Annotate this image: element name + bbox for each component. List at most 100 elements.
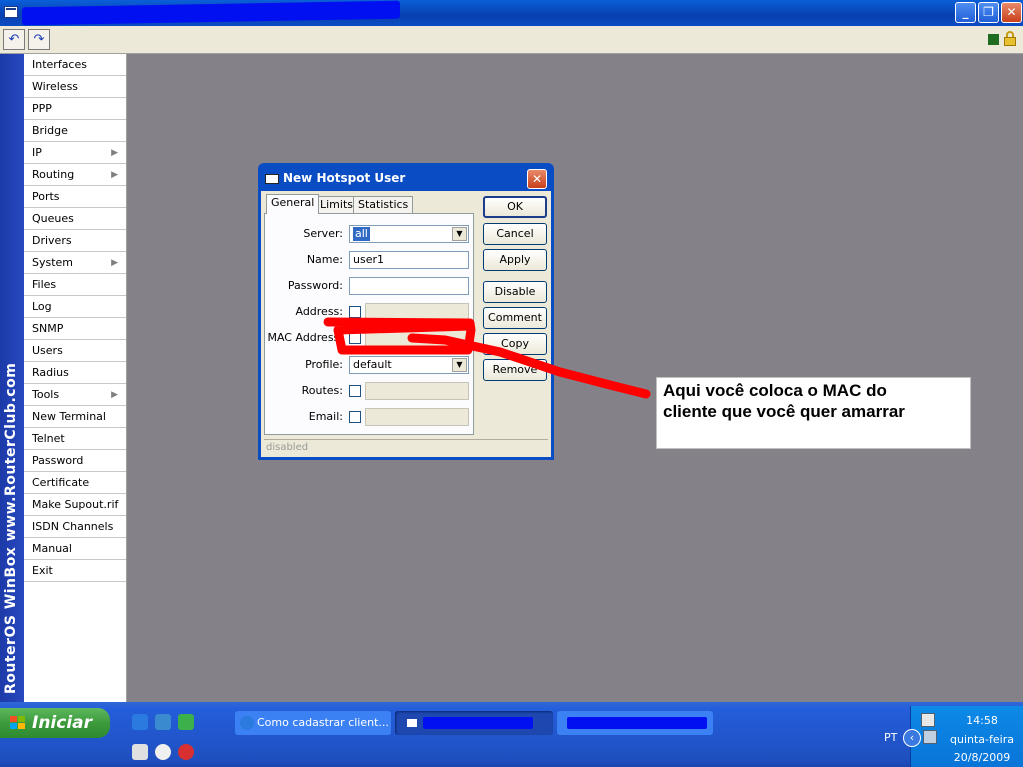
windows-logo-icon xyxy=(10,716,26,730)
menu-item-isdn-channels[interactable]: ISDN Channels xyxy=(24,516,126,538)
profile-value: default xyxy=(353,358,392,371)
menu-item-tools[interactable]: Tools ▶ xyxy=(24,384,126,406)
routes-checkbox[interactable] xyxy=(349,385,361,397)
connection-status-icon xyxy=(988,34,999,45)
menu-item-label: Password xyxy=(32,454,84,467)
window-icon xyxy=(407,719,417,727)
dialog-body: General Limits Statistics Server: all ▼ … xyxy=(261,191,551,457)
redo-button[interactable]: ↷ xyxy=(28,29,50,50)
menu-item-interfaces[interactable]: Interfaces xyxy=(24,54,126,76)
undo-button[interactable]: ↶ xyxy=(3,29,25,50)
clock-time: 14:58 xyxy=(966,714,998,727)
menu-item-password[interactable]: Password xyxy=(24,450,126,472)
email-field[interactable] xyxy=(365,408,469,426)
system-tray: ‹ 14:58 quinta-feira 20/8/2009 xyxy=(903,706,1023,767)
tab-limits[interactable]: Limits xyxy=(315,196,358,214)
menu-item-label: Certificate xyxy=(32,476,90,489)
routes-field[interactable] xyxy=(365,382,469,400)
menu-item-routing[interactable]: Routing ▶ xyxy=(24,164,126,186)
menu-item-users[interactable]: Users xyxy=(24,340,126,362)
taskbar-item-winbox[interactable] xyxy=(557,711,713,735)
network-icon[interactable] xyxy=(923,730,937,744)
menu-item-label: Make Supout.rif xyxy=(32,498,119,511)
notification-icon[interactable] xyxy=(921,713,935,727)
menu-item-system[interactable]: System ▶ xyxy=(24,252,126,274)
mac-address-label: MAC Address: xyxy=(267,331,343,344)
tab-general[interactable]: General xyxy=(266,194,320,214)
address-field[interactable] xyxy=(365,303,469,321)
redo-icon: ↷ xyxy=(33,32,45,47)
minimize-button[interactable]: _ xyxy=(955,2,976,23)
menu-item-drivers[interactable]: Drivers xyxy=(24,230,126,252)
media-icon[interactable] xyxy=(155,714,171,730)
menu-item-ip[interactable]: IP ▶ xyxy=(24,142,126,164)
annotation-line-1: Aqui você coloca o MAC do xyxy=(663,381,887,400)
menu-item-label: New Terminal xyxy=(32,410,106,423)
ok-button[interactable]: OK xyxy=(483,196,547,218)
menu-item-ppp[interactable]: PPP xyxy=(24,98,126,120)
menu-item-make-supout-rif[interactable]: Make Supout.rif xyxy=(24,494,126,516)
dialog-close-button[interactable]: ✕ xyxy=(527,169,547,189)
dialog-title-bar[interactable]: New Hotspot User ✕ xyxy=(261,166,551,191)
menu-item-files[interactable]: Files xyxy=(24,274,126,296)
taskbar-item-browser[interactable]: Como cadastrar client... xyxy=(235,711,391,735)
menu-item-label: ISDN Channels xyxy=(32,520,114,533)
menu-item-label: Tools xyxy=(32,388,60,401)
new-hotspot-user-dialog: New Hotspot User ✕ General Limits Statis… xyxy=(258,163,554,460)
messenger-icon[interactable] xyxy=(178,714,194,730)
password-field[interactable] xyxy=(349,277,469,295)
menu-item-label: Radius xyxy=(32,366,69,379)
dialog-title: New Hotspot User xyxy=(283,171,406,185)
menu-item-bridge[interactable]: Bridge xyxy=(24,120,126,142)
email-checkbox[interactable] xyxy=(349,411,361,423)
tab-statistics[interactable]: Statistics xyxy=(353,196,414,214)
redacted-task-label xyxy=(423,717,533,729)
dialog-status-text: disabled xyxy=(264,439,548,455)
taskbar-item-winbox-active[interactable] xyxy=(395,711,553,735)
menu-item-label: IP xyxy=(32,146,42,159)
menu-item-ports[interactable]: Ports xyxy=(24,186,126,208)
menu-item-telnet[interactable]: Telnet xyxy=(24,428,126,450)
routes-label: Routes: xyxy=(301,384,343,397)
menu-item-log[interactable]: Log xyxy=(24,296,126,318)
menu-item-label: Ports xyxy=(32,190,60,203)
chevron-left-icon[interactable]: ‹ xyxy=(903,729,921,747)
chevron-down-icon[interactable]: ▼ xyxy=(452,358,467,372)
menu-item-wireless[interactable]: Wireless xyxy=(24,76,126,98)
menu-item-radius[interactable]: Radius xyxy=(24,362,126,384)
start-button[interactable]: Iniciar xyxy=(0,708,110,738)
menu-item-queues[interactable]: Queues xyxy=(24,208,126,230)
menu-item-label: Files xyxy=(32,278,57,291)
internet-explorer-icon[interactable] xyxy=(132,714,148,730)
profile-select[interactable]: default ▼ xyxy=(349,356,469,374)
media-player-icon[interactable] xyxy=(155,744,171,760)
copy-button[interactable]: Copy xyxy=(483,333,547,355)
menu-item-label: Users xyxy=(32,344,63,357)
disable-button[interactable]: Disable xyxy=(483,281,547,303)
apply-button[interactable]: Apply xyxy=(483,249,547,271)
close-button[interactable]: ✕ xyxy=(1001,2,1022,23)
mac-address-checkbox[interactable] xyxy=(349,332,361,344)
maximize-button[interactable]: ❐ xyxy=(978,2,999,23)
show-desktop-icon[interactable] xyxy=(132,744,148,760)
mac-address-field[interactable] xyxy=(365,329,469,347)
comment-button[interactable]: Comment xyxy=(483,307,547,329)
address-label: Address: xyxy=(295,305,343,318)
chevron-down-icon[interactable]: ▼ xyxy=(452,227,467,241)
menu-item-new-terminal[interactable]: New Terminal xyxy=(24,406,126,428)
antivirus-icon[interactable] xyxy=(178,744,194,760)
remove-button[interactable]: Remove xyxy=(483,359,547,381)
cancel-button[interactable]: Cancel xyxy=(483,223,547,245)
menu-item-certificate[interactable]: Certificate xyxy=(24,472,126,494)
menu-item-exit[interactable]: Exit xyxy=(24,560,126,582)
menu-item-label: Telnet xyxy=(32,432,65,445)
menu-item-manual[interactable]: Manual xyxy=(24,538,126,560)
menu-item-label: Wireless xyxy=(32,80,79,93)
server-select[interactable]: all ▼ xyxy=(349,225,469,243)
menu-item-snmp[interactable]: SNMP xyxy=(24,318,126,340)
language-indicator[interactable]: PT xyxy=(884,731,897,744)
name-field[interactable]: user1 xyxy=(349,251,469,269)
address-checkbox[interactable] xyxy=(349,306,361,318)
server-value: all xyxy=(353,227,370,241)
taskbar-item-label: Como cadastrar client... xyxy=(257,716,389,729)
